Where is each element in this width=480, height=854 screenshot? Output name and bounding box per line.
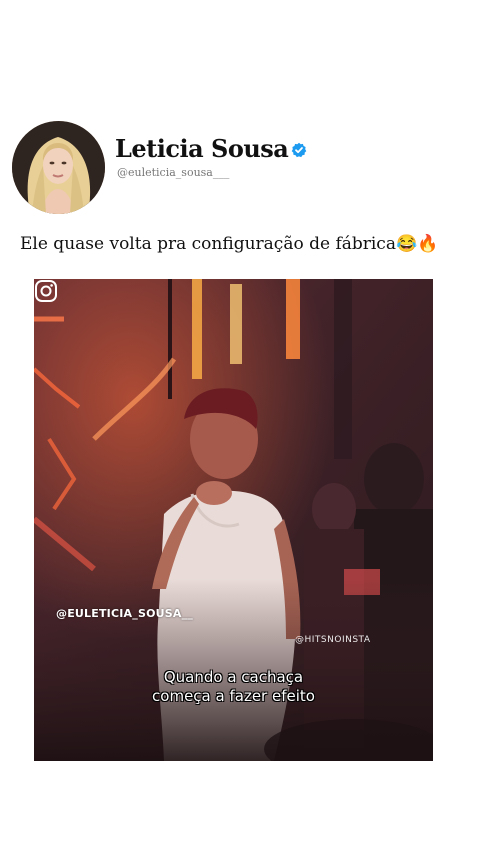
author-name-text: Leticia Sousa — [115, 134, 289, 163]
author-name[interactable]: Leticia Sousa — [115, 134, 307, 163]
video-watermark: @HITSNOINSTA — [295, 635, 371, 645]
video-subtitle-line-1: Quando a cachaça — [163, 668, 304, 686]
author-handle[interactable]: @euleticia_sousa___ — [117, 166, 229, 179]
overlay-instagram-handle: @EULETICIA_SOUSA__ — [56, 607, 193, 620]
avatar[interactable] — [12, 121, 105, 214]
avatar-image — [12, 121, 105, 214]
verified-badge-icon — [292, 142, 307, 157]
post-video[interactable]: @EULETICIA_SOUSA__ @HITSNOINSTA Quando a… — [34, 279, 433, 761]
video-subtitle-line-2: começa a fazer efeito — [152, 687, 315, 705]
instagram-icon — [35, 280, 57, 302]
post-caption: Ele quase volta pra configuração de fábr… — [20, 234, 439, 254]
